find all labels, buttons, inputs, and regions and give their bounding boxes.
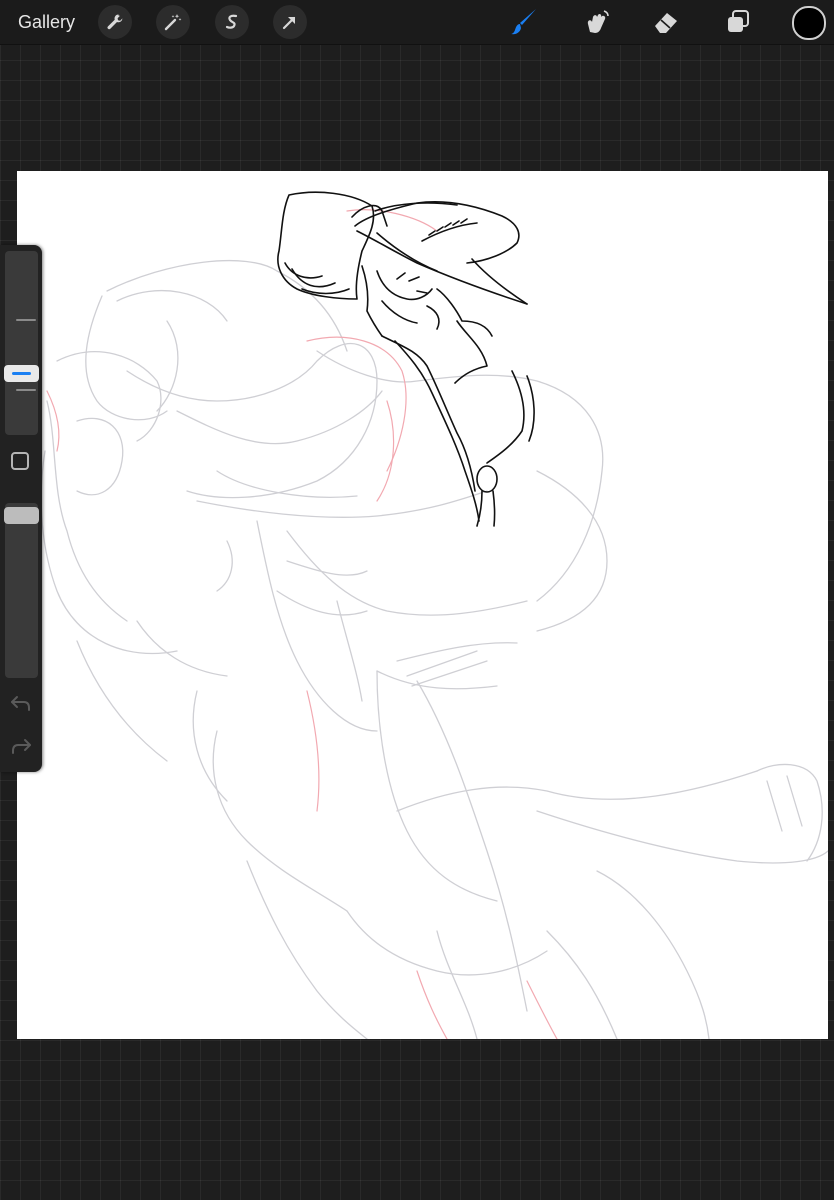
brush-size-handle[interactable] [4,365,39,382]
slider-tick [16,389,36,391]
brush-size-slider[interactable] [5,251,38,435]
opacity-handle[interactable] [4,507,39,524]
layers-icon [724,8,752,36]
opacity-slider[interactable] [5,503,38,678]
arrow-cursor-icon [281,13,299,31]
color-picker-button[interactable] [792,6,826,40]
redo-button[interactable] [9,734,33,758]
drawing-canvas[interactable] [17,171,828,1039]
smudge-tool-button[interactable] [578,4,614,40]
sketch-artwork [40,191,828,1039]
brush-icon [509,7,539,37]
gallery-button[interactable]: Gallery [18,11,75,33]
adjustments-button[interactable] [156,5,190,39]
brush-size-indicator [12,372,31,375]
top-toolbar: Gallery [0,0,834,45]
smudge-finger-icon [582,8,610,36]
brush-tool-button[interactable] [506,4,542,40]
layers-button[interactable] [720,4,756,40]
slider-tick [16,319,36,321]
eraser-tool-button[interactable] [648,4,684,40]
redo-arrow-icon [9,739,33,762]
selection-button[interactable] [215,5,249,39]
undo-arrow-icon [9,696,33,719]
wrench-icon [106,13,124,31]
left-sidebar [0,245,42,772]
undo-button[interactable] [9,691,33,715]
modify-button[interactable] [11,452,29,470]
actions-button[interactable] [98,5,132,39]
eraser-icon [651,7,681,37]
selection-s-icon [223,13,241,31]
transform-button[interactable] [273,5,307,39]
magic-wand-icon [164,13,182,31]
